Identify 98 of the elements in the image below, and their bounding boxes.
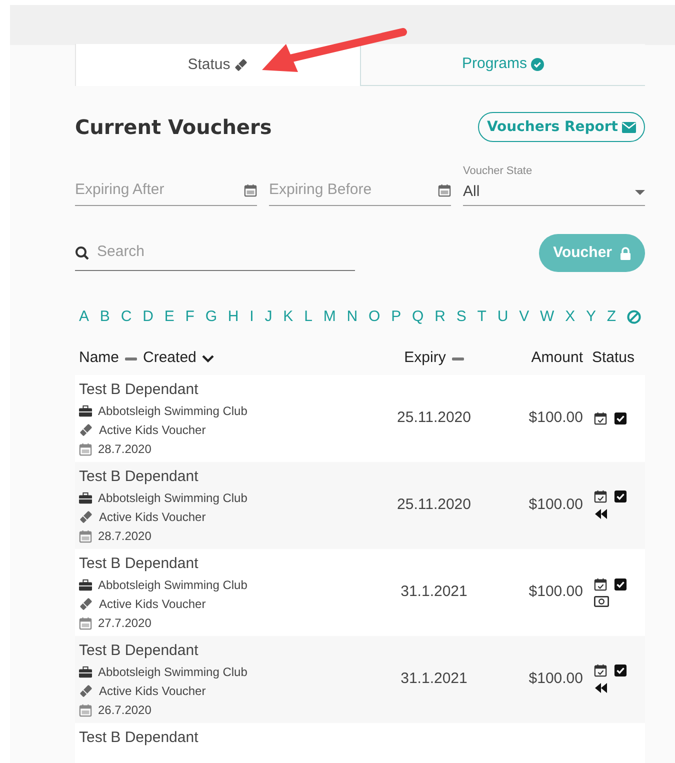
expiry-date: 31.1.2021 [400, 668, 468, 689]
amount: $100.00 [528, 408, 583, 428]
column-header[interactable]: Status [592, 347, 635, 370]
voucher-type: Active Kids Voucher [99, 509, 206, 526]
column-header[interactable]: Created [143, 347, 196, 370]
letter-filter[interactable]: G [205, 306, 218, 328]
letter-filter[interactable]: X [565, 306, 576, 328]
expiry-date: 25.11.2020 [396, 494, 472, 515]
letter-filter[interactable]: M [323, 306, 336, 328]
letter-filter[interactable]: L [304, 306, 312, 328]
clear-filter-icon[interactable] [626, 310, 641, 324]
rewind-icon [594, 682, 608, 694]
letter-filter[interactable]: H [228, 306, 239, 328]
letter-filter[interactable]: B [100, 306, 110, 328]
briefcase-icon [79, 492, 92, 504]
letter-filter[interactable]: E [164, 306, 174, 328]
amount: $100.00 [528, 494, 583, 515]
letter-filter[interactable]: N [346, 306, 358, 328]
letter-filter[interactable]: D [142, 306, 154, 328]
voucher-holder-name: Test B Dependant [79, 728, 200, 748]
voucher-holder-name: Test B Dependant [79, 554, 200, 574]
letter-filter[interactable]: J [264, 306, 272, 328]
date-input[interactable]: Expiring Before [269, 179, 409, 202]
letter-filter[interactable]: C [120, 306, 132, 328]
letter-filter[interactable]: T [477, 306, 486, 328]
voucher-row[interactable]: Test B Dependant [75, 722, 645, 763]
money-icon [594, 596, 609, 606]
voucher-type: Active Kids Voucher [99, 422, 206, 439]
expiry-date: 25.11.2020 [396, 408, 472, 428]
checkbox-icon [614, 664, 627, 677]
tab[interactable]: Programs [360, 44, 645, 86]
letter-filter[interactable]: U [497, 306, 508, 328]
voucher-type: Active Kids Voucher [99, 683, 206, 700]
column-header[interactable]: Amount [499, 347, 583, 370]
letter-filter[interactable]: W [540, 306, 554, 328]
created-date: 28.7.2020 [98, 528, 152, 545]
letter-filter[interactable]: Q [412, 306, 424, 328]
tab[interactable]: Status [75, 44, 360, 86]
checkbox-icon [614, 578, 627, 590]
calendar-icon [79, 530, 92, 542]
calendar-check-icon [594, 578, 607, 590]
letter-filter[interactable]: Z [606, 306, 616, 328]
check-circle-icon [531, 58, 544, 71]
calendar-check-icon [594, 664, 607, 677]
envelope-icon [622, 122, 636, 132]
voucher-holder-name: Test B Dependant [79, 640, 200, 660]
created-date: 28.7.2020 [98, 441, 152, 458]
voucher-holder-name: Test B Dependant [79, 466, 200, 486]
voucher-button[interactable]: Voucher [539, 234, 645, 272]
created-date: 26.7.2020 [98, 702, 152, 719]
voucher-holder-name: Test B Dependant [79, 380, 200, 400]
letter-filter[interactable]: K [283, 306, 294, 328]
voucher-row[interactable]: Test B Dependant Abbotsleigh Swimming Club Active Kids Voucher 27.7.2020 31.1.2021 $100.00 [75, 548, 645, 636]
created-date: 27.7.2020 [98, 615, 152, 632]
voucher-state-select[interactable]: Voucher State All [463, 162, 645, 206]
checkbox-icon [614, 412, 627, 424]
calendar-icon [79, 704, 92, 716]
briefcase-icon [79, 579, 92, 591]
vouchers-report-button[interactable]: Vouchers Report [478, 112, 645, 142]
page-title: Current Vouchers [75, 114, 272, 141]
voucher-row[interactable]: Test B Dependant Abbotsleigh Swimming Club Active Kids Voucher 28.7.2020 25.11.2020 $100.00 [75, 374, 645, 462]
letter-filter[interactable]: A [79, 306, 90, 328]
date-input[interactable]: Expiring After [75, 179, 215, 202]
calendar-icon [79, 616, 92, 630]
voucher-type: Active Kids Voucher [99, 596, 206, 613]
chevron-down-icon[interactable] [202, 354, 214, 362]
letter-filter[interactable]: F [185, 306, 194, 328]
expiry-date: 31.1.2021 [400, 582, 468, 602]
letter-filter[interactable]: Y [586, 306, 596, 328]
letter-filter[interactable]: S [456, 306, 466, 328]
club-name: Abbotsleigh Swimming Club [98, 664, 248, 681]
letter-filter[interactable]: I [250, 306, 254, 328]
club-name: Abbotsleigh Swimming Club [98, 490, 248, 507]
calendar-icon [438, 184, 451, 197]
letter-filter[interactable]: R [434, 306, 446, 328]
checkbox-icon [614, 490, 627, 503]
letter-filter[interactable]: P [391, 306, 402, 328]
calendar-check-icon [594, 412, 607, 424]
column-header[interactable]: Name [79, 347, 120, 370]
search-icon [75, 246, 89, 260]
rewind-icon [594, 508, 608, 520]
calendar-icon [244, 184, 257, 197]
letter-filter[interactable]: O [368, 306, 380, 328]
calendar-check-icon [594, 490, 607, 503]
letter-filter[interactable]: V [519, 306, 530, 328]
briefcase-icon [79, 666, 92, 678]
amount: $100.00 [528, 668, 583, 689]
club-name: Abbotsleigh Swimming Club [98, 577, 248, 594]
briefcase-icon [79, 405, 92, 417]
column-header[interactable]: Expiry [404, 347, 446, 370]
sort-dash-icon[interactable] [452, 356, 464, 360]
calendar-icon [79, 442, 92, 456]
dropdown-caret-icon [635, 190, 645, 194]
sort-dash-icon[interactable] [125, 356, 138, 360]
club-name: Abbotsleigh Swimming Club [98, 403, 248, 420]
search-input[interactable]: Search [97, 241, 355, 264]
lock-icon [620, 246, 631, 260]
amount: $100.00 [528, 582, 583, 602]
